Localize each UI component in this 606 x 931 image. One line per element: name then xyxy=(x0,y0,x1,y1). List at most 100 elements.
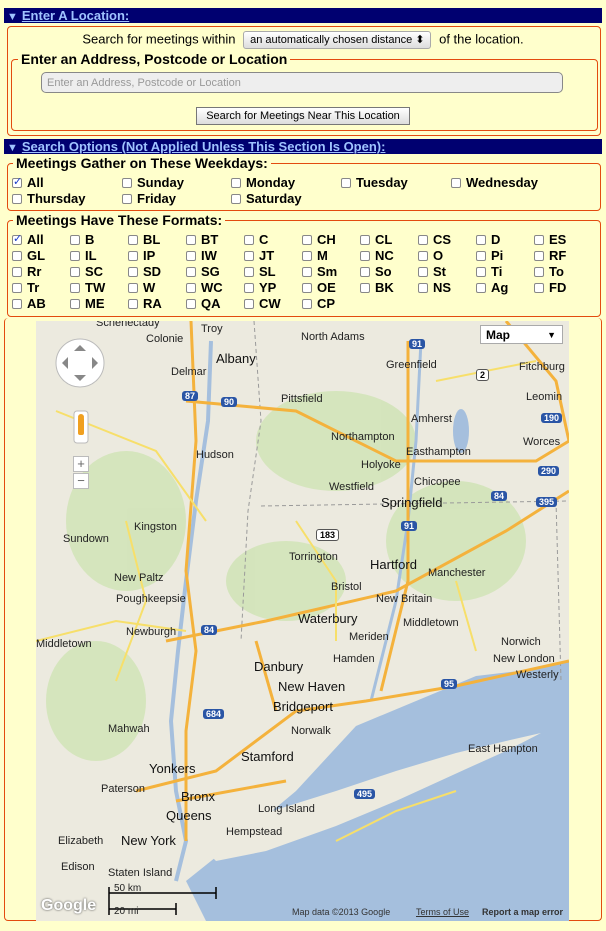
format-st[interactable]: St xyxy=(418,265,446,279)
format-wc[interactable]: WC xyxy=(186,281,223,295)
format-nc[interactable]: NC xyxy=(360,249,394,263)
checkbox-icon[interactable] xyxy=(122,178,132,188)
format-ra[interactable]: RA xyxy=(128,297,162,311)
format-me[interactable]: ME xyxy=(70,297,105,311)
format-sl[interactable]: SL xyxy=(244,265,276,279)
checkbox-icon[interactable] xyxy=(302,299,312,309)
format-ag[interactable]: Ag xyxy=(476,281,508,295)
weekday-all[interactable]: All xyxy=(12,175,44,190)
distance-select[interactable]: an automatically chosen distance ⬍ xyxy=(243,31,432,49)
format-ns[interactable]: NS xyxy=(418,281,451,295)
format-yp[interactable]: YP xyxy=(244,281,276,295)
format-cs[interactable]: CS xyxy=(418,233,451,247)
format-ch[interactable]: CH xyxy=(302,233,336,247)
checkbox-icon[interactable] xyxy=(302,267,312,277)
checkbox-icon[interactable] xyxy=(12,175,22,189)
checkbox-icon[interactable] xyxy=(360,235,370,245)
checkbox-icon[interactable] xyxy=(534,283,544,293)
checkbox-icon[interactable] xyxy=(418,251,428,261)
checkbox-icon[interactable] xyxy=(360,283,370,293)
format-ti[interactable]: Ti xyxy=(476,265,502,279)
checkbox-icon[interactable] xyxy=(70,267,80,277)
zoom-out-button[interactable]: − xyxy=(73,473,89,489)
weekday-monday[interactable]: Monday xyxy=(231,176,295,190)
format-rr[interactable]: Rr xyxy=(12,265,41,279)
checkbox-icon[interactable] xyxy=(476,251,486,261)
checkbox-icon[interactable] xyxy=(534,267,544,277)
checkbox-icon[interactable] xyxy=(70,235,80,245)
checkbox-icon[interactable] xyxy=(128,235,138,245)
format-iw[interactable]: IW xyxy=(186,249,217,263)
format-ip[interactable]: IP xyxy=(128,249,155,263)
checkbox-icon[interactable] xyxy=(360,267,370,277)
zoom-in-button[interactable]: + xyxy=(73,456,89,472)
format-b[interactable]: B xyxy=(70,233,94,247)
checkbox-icon[interactable] xyxy=(70,251,80,261)
format-pi[interactable]: Pi xyxy=(476,249,503,263)
search-meetings-button[interactable]: Search for Meetings Near This Location xyxy=(196,107,410,125)
checkbox-icon[interactable] xyxy=(302,283,312,293)
location-section-header[interactable]: ▼ Enter A Location: xyxy=(4,8,602,23)
options-header-label[interactable]: Search Options (Not Applied Unless This … xyxy=(22,139,386,154)
checkbox-icon[interactable] xyxy=(186,251,196,261)
checkbox-icon[interactable] xyxy=(186,235,196,245)
format-tr[interactable]: Tr xyxy=(12,281,39,295)
format-all[interactable]: All xyxy=(12,232,44,247)
weekday-wednesday[interactable]: Wednesday xyxy=(451,176,538,190)
format-jt[interactable]: JT xyxy=(244,249,274,263)
checkbox-icon[interactable] xyxy=(476,235,486,245)
checkbox-icon[interactable] xyxy=(476,267,486,277)
checkbox-icon[interactable] xyxy=(231,194,241,204)
checkbox-icon[interactable] xyxy=(12,299,22,309)
format-qa[interactable]: QA xyxy=(186,297,221,311)
weekday-tuesday[interactable]: Tuesday xyxy=(341,176,408,190)
format-sm[interactable]: Sm xyxy=(302,265,337,279)
checkbox-icon[interactable] xyxy=(128,267,138,277)
format-sg[interactable]: SG xyxy=(186,265,220,279)
checkbox-icon[interactable] xyxy=(302,235,312,245)
location-header-label[interactable]: Enter A Location: xyxy=(22,8,129,23)
format-so[interactable]: So xyxy=(360,265,392,279)
checkbox-icon[interactable] xyxy=(12,194,22,204)
checkbox-icon[interactable] xyxy=(418,283,428,293)
report-error-link[interactable]: Report a map error xyxy=(482,907,563,917)
checkbox-icon[interactable] xyxy=(186,267,196,277)
checkbox-icon[interactable] xyxy=(70,299,80,309)
terms-link[interactable]: Terms of Use xyxy=(416,907,469,917)
checkbox-icon[interactable] xyxy=(186,283,196,293)
format-to[interactable]: To xyxy=(534,265,564,279)
checkbox-icon[interactable] xyxy=(244,283,254,293)
format-c[interactable]: C xyxy=(244,233,268,247)
format-sd[interactable]: SD xyxy=(128,265,161,279)
format-cw[interactable]: CW xyxy=(244,297,281,311)
checkbox-icon[interactable] xyxy=(122,194,132,204)
weekday-sunday[interactable]: Sunday xyxy=(122,176,184,190)
format-d[interactable]: D xyxy=(476,233,500,247)
format-sc[interactable]: SC xyxy=(70,265,103,279)
options-section-header[interactable]: ▼ Search Options (Not Applied Unless This… xyxy=(4,139,602,154)
map-view[interactable]: Map ▼ + − Schenectady Troy Colonie Albany Del… xyxy=(36,321,569,921)
format-bl[interactable]: BL xyxy=(128,233,160,247)
checkbox-icon[interactable] xyxy=(70,283,80,293)
format-bk[interactable]: BK xyxy=(360,281,394,295)
format-gl[interactable]: GL xyxy=(12,249,45,263)
weekday-thursday[interactable]: Thursday xyxy=(12,192,86,206)
checkbox-icon[interactable] xyxy=(418,267,428,277)
format-es[interactable]: ES xyxy=(534,233,566,247)
checkbox-icon[interactable] xyxy=(451,178,461,188)
checkbox-icon[interactable] xyxy=(12,283,22,293)
format-tw[interactable]: TW xyxy=(70,281,105,295)
format-o[interactable]: O xyxy=(418,249,443,263)
format-w[interactable]: W xyxy=(128,281,155,295)
checkbox-icon[interactable] xyxy=(12,251,22,261)
checkbox-icon[interactable] xyxy=(302,251,312,261)
format-cl[interactable]: CL xyxy=(360,233,392,247)
checkbox-icon[interactable] xyxy=(12,267,22,277)
format-fd[interactable]: FD xyxy=(534,281,566,295)
checkbox-icon[interactable] xyxy=(476,283,486,293)
address-input[interactable]: Enter an Address, Postcode or Location xyxy=(41,72,563,93)
checkbox-icon[interactable] xyxy=(418,235,428,245)
format-il[interactable]: IL xyxy=(70,249,97,263)
weekday-friday[interactable]: Friday xyxy=(122,192,176,206)
checkbox-icon[interactable] xyxy=(534,251,544,261)
